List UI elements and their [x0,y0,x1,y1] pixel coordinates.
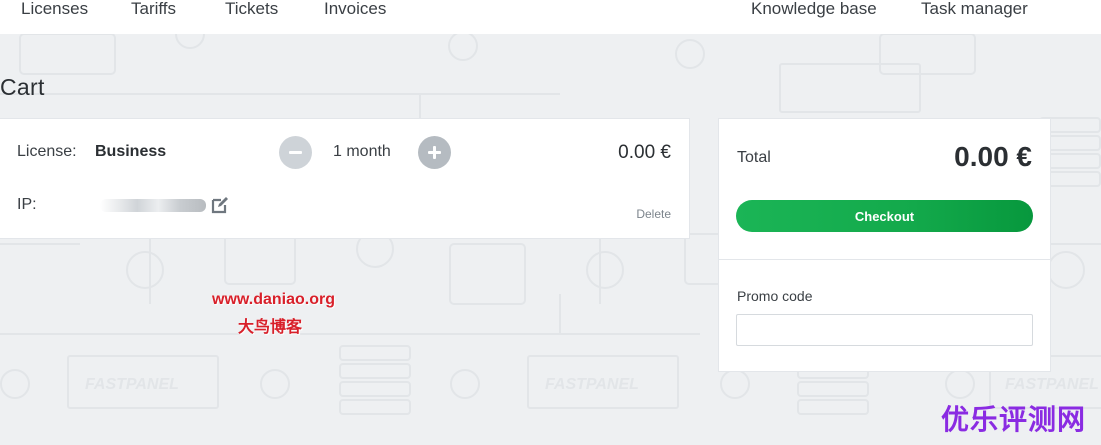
ip-address-redacted [100,199,206,212]
divider [719,259,1050,260]
nav-item-tariffs[interactable]: Tariffs [131,0,176,20]
decrease-duration-button[interactable] [279,136,312,169]
nav-item-task-manager[interactable]: Task manager [921,0,1028,20]
nav-item-licenses[interactable]: Licenses [21,0,88,20]
checkout-button[interactable]: Checkout [736,200,1033,232]
watermark-site-url: www.daniao.org [212,291,335,308]
increase-duration-button[interactable] [418,136,451,169]
license-label: License: [17,143,77,160]
promo-code-label: Promo code [737,288,813,304]
total-value: 0.00 € [954,141,1032,172]
duration-value: 1 month [333,143,391,160]
nav-item-invoices[interactable]: Invoices [324,0,386,20]
page-title: Cart [0,74,45,100]
plus-icon [428,146,441,159]
nav-item-knowledge-base[interactable]: Knowledge base [751,0,877,20]
item-price: 0.00 € [618,142,671,163]
edit-icon[interactable] [210,195,230,215]
background-brand-text: FASTPANEL [545,376,639,393]
top-navigation: Licenses Tariffs Tickets Invoices Knowle… [0,0,1101,34]
background-brand-text: FASTPANEL [1005,376,1099,393]
watermark-site-name: 大鸟博客 [238,317,303,336]
cart-item-card: License: Business 1 month 0.00 € IP: Del… [0,118,690,239]
license-plan-name: Business [95,143,167,160]
background-brand-text: FASTPANEL [85,376,179,393]
order-summary-card: Total 0.00 € Checkout Promo code [718,118,1051,372]
watermark-corner: 优乐评测网 [941,403,1087,436]
delete-link[interactable]: Delete [636,207,671,221]
ip-label: IP: [17,196,37,213]
minus-icon [289,151,302,154]
nav-item-tickets[interactable]: Tickets [225,0,278,20]
total-label: Total [737,149,771,166]
promo-code-input[interactable] [736,314,1033,346]
